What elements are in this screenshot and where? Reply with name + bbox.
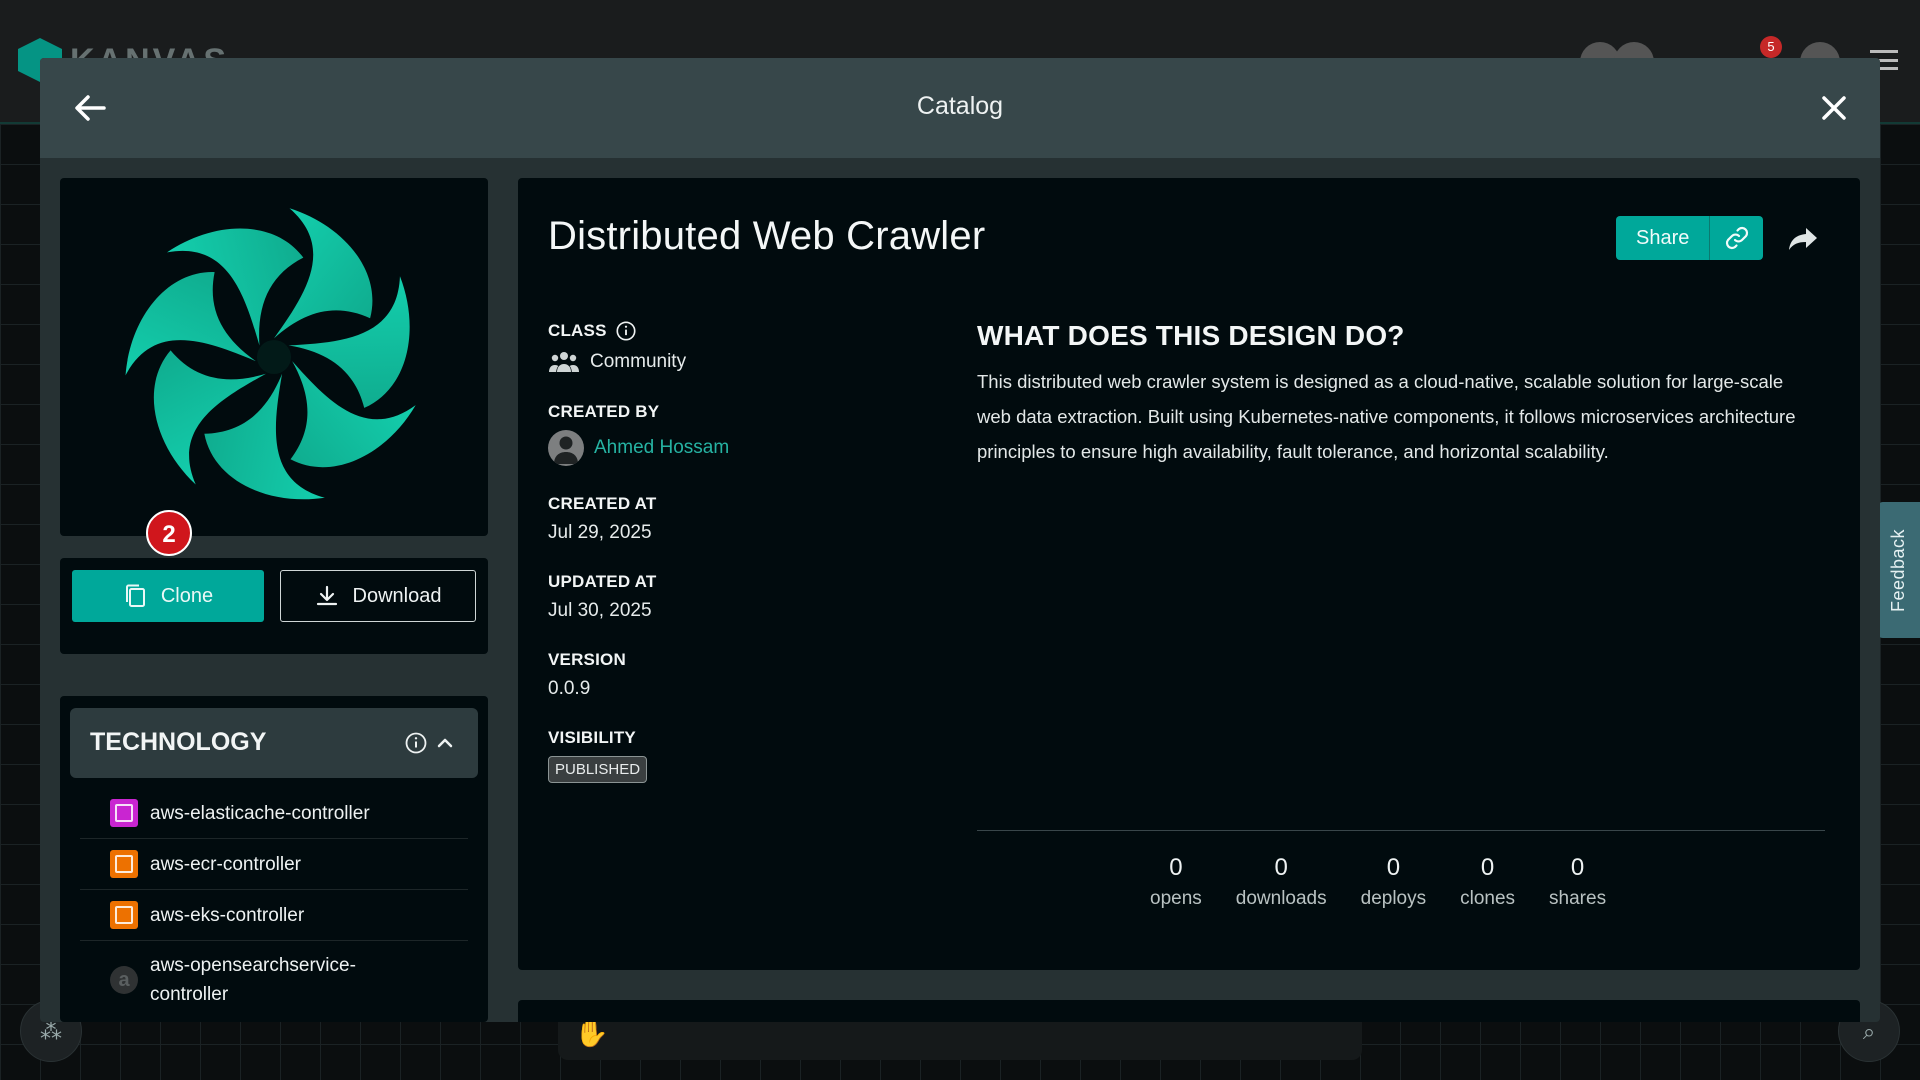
description-title: WHAT DOES THIS DESIGN DO?: [977, 320, 1405, 351]
design-actions: Clone Download: [60, 558, 488, 654]
stat-label: opens: [1150, 888, 1202, 909]
class-label: CLASS: [548, 321, 607, 340]
description-body: This distributed web crawler system is d…: [977, 371, 1796, 462]
technology-title: TECHNOLOGY: [90, 728, 267, 756]
eks-icon: [110, 901, 138, 929]
modal-title: Catalog: [916, 92, 1004, 120]
feedback-tab[interactable]: Feedback: [1877, 502, 1920, 638]
stat-opens: 0 opens: [1150, 854, 1202, 910]
technology-list: aws-elasticache-controller aws-ecr-contr…: [80, 788, 468, 1019]
visibility-badge: PUBLISHED: [548, 756, 648, 783]
stat-deploys: 0 deploys: [1361, 854, 1427, 910]
close-icon[interactable]: [1814, 88, 1854, 128]
share-arrow-icon[interactable]: [1786, 222, 1820, 256]
info-icon[interactable]: [615, 320, 637, 342]
technology-header[interactable]: TECHNOLOGY: [70, 708, 478, 778]
version-value: 0.0.9: [548, 678, 591, 699]
download-label: Download: [352, 584, 442, 607]
stat-value: 0: [1570, 854, 1585, 881]
design-description: WHAT DOES THIS DESIGN DO? This distribut…: [977, 320, 1817, 469]
technology-item: aws-ecr-controller: [80, 839, 468, 890]
ecr-icon: [110, 850, 138, 878]
technology-item: aws-eks-controller: [80, 890, 468, 941]
community-icon: [549, 352, 579, 372]
stat-label: shares: [1549, 888, 1607, 909]
stat-value: 0: [1480, 854, 1495, 881]
stat-shares: 0 shares: [1549, 854, 1606, 910]
stat-label: downloads: [1235, 888, 1327, 909]
design-preview: [60, 178, 488, 536]
technology-item-label: aws-ecr-controller: [150, 853, 301, 875]
updated-at-value: Jul 30, 2025: [548, 600, 652, 621]
modal-header: Catalog: [40, 58, 1880, 158]
stat-label: clones: [1460, 888, 1516, 909]
chevron-up-icon[interactable]: [434, 732, 456, 754]
design-stats: 0 opens 0 downloads 0 deploys 0 clones 0…: [1150, 854, 1640, 910]
technology-item: a aws-opensearchservice-controller: [80, 941, 468, 1019]
elasticache-icon: [110, 799, 138, 827]
technology-item-label: aws-eks-controller: [150, 904, 305, 926]
stat-value: 0: [1274, 854, 1288, 881]
download-button[interactable]: Download: [280, 570, 476, 622]
catalog-modal: Catalog 2 Clone Download TECHNOLOGY aws-…: [40, 58, 1880, 1022]
created-at-label: CREATED AT: [548, 494, 657, 513]
version-label: VERSION: [548, 650, 626, 669]
stat-label: deploys: [1360, 888, 1427, 909]
copy-link-button[interactable]: [1709, 216, 1764, 260]
stat-downloads: 0 downloads: [1236, 854, 1327, 910]
class-value: Community: [590, 351, 687, 372]
design-title: Distributed Web Crawler: [548, 214, 986, 258]
share-group: Share: [1616, 216, 1764, 260]
visibility-label: VISIBILITY: [548, 728, 636, 747]
clone-button[interactable]: Clone: [72, 570, 264, 622]
notification-badge[interactable]: 5: [1760, 36, 1782, 58]
author-link[interactable]: Ahmed Hossam: [594, 437, 729, 459]
avatar[interactable]: [548, 430, 584, 466]
link-icon: [1725, 226, 1748, 250]
clone-icon: [125, 584, 145, 607]
technology-item: aws-elasticache-controller: [80, 788, 468, 839]
clone-label: Clone: [160, 584, 214, 607]
secondary-panel: [518, 1000, 1860, 1022]
stat-value: 0: [1386, 854, 1401, 881]
design-metadata: CLASS Community CREATED BY Ahmed Hossam: [548, 320, 948, 811]
design-logo-icon: [125, 208, 416, 500]
step-badge: 2: [146, 510, 192, 556]
share-button[interactable]: Share: [1616, 216, 1710, 260]
opensearch-icon: a: [110, 966, 138, 994]
created-at-value: Jul 29, 2025: [548, 522, 652, 543]
stat-clones: 0 clones: [1460, 854, 1515, 910]
feedback-label: Feedback: [1888, 528, 1908, 612]
technology-item-label: aws-elasticache-controller: [150, 802, 370, 824]
technology-item-label: aws-opensearchservice-controller: [150, 955, 356, 1005]
created-by-label: CREATED BY: [548, 402, 660, 421]
technology-panel: TECHNOLOGY aws-elasticache-controller aw…: [60, 696, 488, 1022]
download-icon: [316, 585, 337, 606]
info-icon[interactable]: [404, 731, 428, 755]
divider: [977, 830, 1825, 831]
updated-at-label: UPDATED AT: [548, 572, 657, 591]
design-details: Distributed Web Crawler Share CLASS Comm…: [518, 178, 1860, 970]
stat-value: 0: [1169, 854, 1183, 881]
